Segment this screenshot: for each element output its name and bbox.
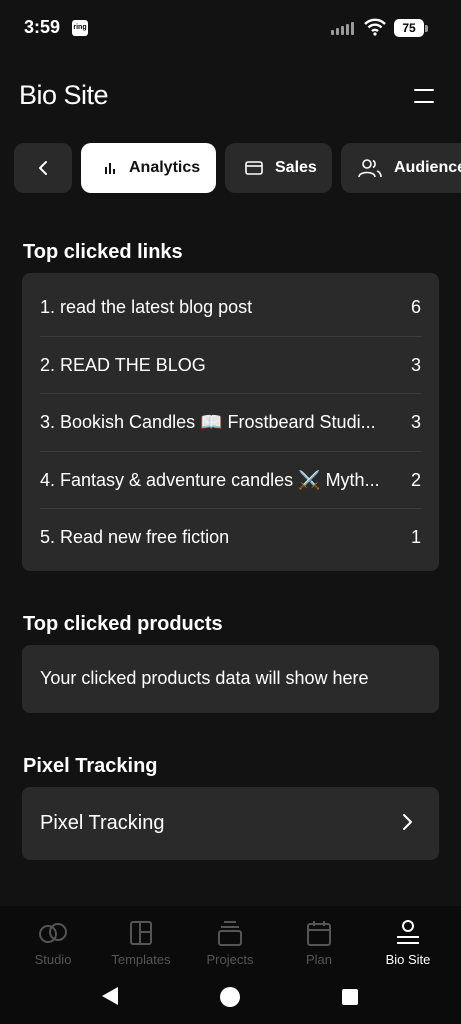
nav-label: Plan: [305, 952, 333, 967]
top-links-card: 1. read the latest blog post 6 2. READ T…: [22, 273, 439, 571]
wifi-icon: [364, 18, 386, 36]
system-recents-icon[interactable]: [342, 989, 358, 1005]
nav-item-projects[interactable]: Projects: [190, 918, 270, 967]
list-item[interactable]: 4. Fantasy & adventure candles ⚔️ Myth..…: [40, 451, 421, 509]
templates-icon: [101, 918, 181, 948]
tab-bar: Analytics Sales Audience: [14, 143, 461, 193]
section-title-top-links: Top clicked links: [23, 241, 183, 263]
link-label: 2. READ THE BLOG: [40, 354, 206, 375]
nav-item-plan[interactable]: Plan: [279, 918, 359, 967]
nav-label: Studio: [34, 952, 72, 967]
nav-label: Projects: [206, 952, 254, 967]
system-nav-bar: [0, 970, 461, 1024]
empty-state-message: Your clicked products data will show her…: [40, 668, 369, 688]
tab-label: Sales: [275, 159, 317, 176]
link-label: 5. Read new free fiction: [40, 526, 230, 547]
users-icon: [358, 158, 382, 178]
system-back-icon[interactable]: [100, 986, 120, 1006]
link-label: 4. Fantasy & adventure candles ⚔️ Myth..…: [40, 469, 380, 490]
tab-back-button[interactable]: [14, 143, 72, 193]
tab-audience[interactable]: Audience: [341, 143, 461, 193]
bar-chart-icon: [103, 161, 117, 175]
section-title-top-products: Top clicked products: [23, 613, 223, 635]
tab-label: Audience: [394, 159, 461, 176]
section-title-pixel-tracking: Pixel Tracking: [23, 755, 158, 777]
tab-sales[interactable]: Sales: [225, 143, 332, 193]
tab-analytics[interactable]: Analytics: [81, 143, 216, 193]
hamburger-menu-icon[interactable]: [410, 86, 438, 108]
ring-notification-icon: ring: [72, 20, 88, 36]
tab-label: Analytics: [129, 159, 201, 176]
nav-item-bio-site[interactable]: Bio Site: [368, 918, 448, 967]
pixel-tracking-label: Pixel Tracking: [40, 812, 165, 834]
link-label: 3. Bookish Candles 📖 Frostbeard Studi...: [40, 411, 376, 432]
calendar-icon: [279, 918, 359, 948]
link-count: 2: [410, 469, 421, 490]
bio-site-icon: [368, 918, 448, 948]
link-count: 3: [410, 354, 421, 375]
page-title: Bio Site: [19, 80, 109, 110]
list-item[interactable]: 5. Read new free fiction 1: [40, 508, 421, 566]
system-home-icon[interactable]: [220, 987, 240, 1007]
list-item[interactable]: 1. read the latest blog post 6: [40, 278, 421, 336]
top-products-card: Your clicked products data will show her…: [22, 645, 439, 713]
nav-label: Bio Site: [385, 952, 431, 967]
link-count: 1: [410, 526, 421, 547]
link-count: 3: [410, 411, 421, 432]
status-time: 3:59: [24, 17, 61, 37]
battery-icon: 75: [394, 19, 428, 37]
card-icon: [245, 161, 263, 175]
chevron-left-icon: [39, 161, 47, 175]
signal-icon: [331, 21, 354, 35]
nav-item-templates[interactable]: Templates: [101, 918, 181, 967]
battery-level: 75: [394, 19, 424, 37]
studio-icon: [13, 918, 93, 948]
link-count: 6: [410, 296, 421, 317]
link-label: 1. read the latest blog post: [40, 296, 253, 317]
pixel-tracking-row[interactable]: Pixel Tracking: [22, 787, 439, 860]
nav-label: Templates: [111, 952, 171, 967]
chevron-right-icon: [403, 814, 412, 830]
status-bar: 3:59 ring 75: [0, 0, 461, 56]
projects-icon: [190, 918, 270, 948]
list-item[interactable]: 3. Bookish Candles 📖 Frostbeard Studi...…: [40, 393, 421, 451]
list-item[interactable]: 2. READ THE BLOG 3: [40, 336, 421, 394]
nav-item-studio[interactable]: Studio: [13, 918, 93, 967]
